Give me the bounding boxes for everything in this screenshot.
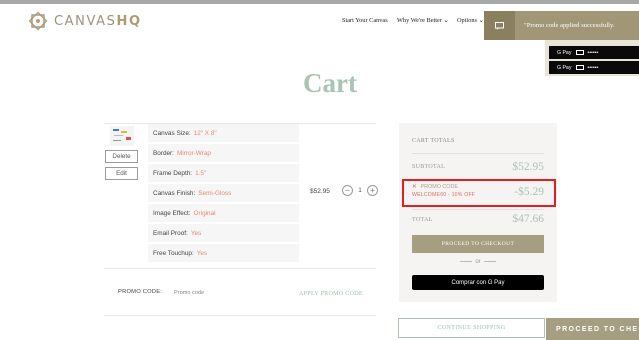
or-separator: or (399, 259, 557, 265)
brand-name: CANVASHQ (54, 13, 142, 29)
option-label: Image Effect: (153, 209, 191, 217)
option-value: Mirror-Wrap (176, 149, 211, 157)
divider (412, 209, 544, 210)
discount-code: WELCOME60 - 10% OFF (412, 192, 476, 198)
option-label: Border: (153, 149, 174, 157)
nav-why-were-better[interactable]: Why We're Better ⌄ (397, 17, 449, 24)
subtotal-label: SUBTOTAL (412, 164, 446, 170)
option-row: Image Effect: Original (148, 204, 299, 222)
option-value: Yes (196, 249, 208, 257)
option-row: Canvas Finish: Semi-Gloss (148, 184, 299, 202)
product-options: Canvas Size: 12" X 8" Border: Mirror-Wrap … (148, 124, 299, 264)
top-bar (0, 0, 639, 4)
option-label: Canvas Finish: (153, 189, 196, 197)
option-row: Border: Mirror-Wrap (148, 144, 299, 162)
page-title: Cart (303, 68, 357, 98)
apply-promo-button[interactable]: APPLY PROMO CODE (299, 290, 363, 297)
brand-logo[interactable]: CANVASHQ (27, 10, 142, 32)
total-label: TOTAL (412, 217, 433, 223)
option-label: Email Proof: (153, 229, 188, 237)
google-pay-button[interactable]: Comprar con G Pay (412, 275, 544, 290)
edit-button[interactable]: Edit (105, 167, 138, 180)
option-value: Yes (190, 229, 202, 237)
or-text: or (475, 259, 481, 265)
option-row: Email Proof: Yes (148, 224, 299, 242)
sticky-checkout-button[interactable]: PROCEED TO CHECK (546, 318, 639, 340)
increment-button[interactable]: + (367, 185, 378, 196)
quantity-stepper: − 1 + (342, 185, 378, 196)
nav-start-your-canvas[interactable]: Start Your Canvas (342, 17, 388, 24)
promo-code-label: PROMO CODE: (118, 289, 163, 295)
discount-label-text: PROMO CODE (420, 184, 458, 190)
remove-promo-icon[interactable]: ✕ (412, 184, 417, 190)
logo-mark-icon (28, 11, 48, 31)
promo-toast: "Promo code applied successfully. (484, 11, 639, 40)
chat-icon (495, 21, 504, 30)
divider (104, 268, 376, 269)
proceed-to-checkout-button[interactable]: PROCEED TO CHECKOUT (412, 235, 544, 253)
option-value: 1.5" (195, 169, 207, 177)
continue-shopping-button[interactable]: CONTINUE SHOPPING (398, 318, 545, 338)
option-label: Canvas Size: (153, 129, 191, 137)
gpay-label: G Pay (557, 49, 572, 56)
option-label: Free Touchup: (153, 249, 194, 257)
option-label: Frame Depth: (153, 169, 193, 177)
card-icon (576, 50, 585, 55)
discount-label: ✕ PROMO CODE (412, 184, 458, 190)
total-value: $47.66 (512, 213, 544, 225)
promo-code-input[interactable]: Promo code (174, 290, 204, 296)
option-value: Original (193, 209, 216, 217)
delete-button[interactable]: Delete (105, 150, 138, 163)
option-row: Canvas Size: 12" X 8" (148, 124, 299, 142)
subtotal-value: $52.95 (512, 161, 544, 173)
divider (412, 153, 544, 154)
nav-options[interactable]: Options ⌄ (457, 17, 484, 24)
product-thumbnail[interactable] (110, 126, 134, 146)
option-row: Free Touchup: Yes (148, 244, 299, 262)
option-row: Frame Depth: 1.5" (148, 164, 299, 182)
cart-totals-panel: CART TOTALS SUBTOTAL $52.95 ✕ PROMO CODE … (399, 123, 557, 302)
option-value: Semi-Gloss (198, 189, 232, 197)
cart-totals-heading: CART TOTALS (412, 138, 455, 144)
decrement-button[interactable]: − (342, 185, 353, 196)
divider (104, 315, 376, 316)
gpay-express-button[interactable]: G Pay •••••• (549, 46, 639, 59)
masked-card: •••••• (587, 49, 599, 56)
discount-value: -$5.29 (514, 186, 544, 198)
toast-icon-box (484, 11, 515, 40)
toast-message: "Promo code applied successfully. (524, 22, 615, 29)
option-value: 12" X 8" (193, 129, 217, 137)
item-price: $52.95 (310, 188, 330, 195)
quantity-value[interactable]: 1 (353, 187, 367, 194)
